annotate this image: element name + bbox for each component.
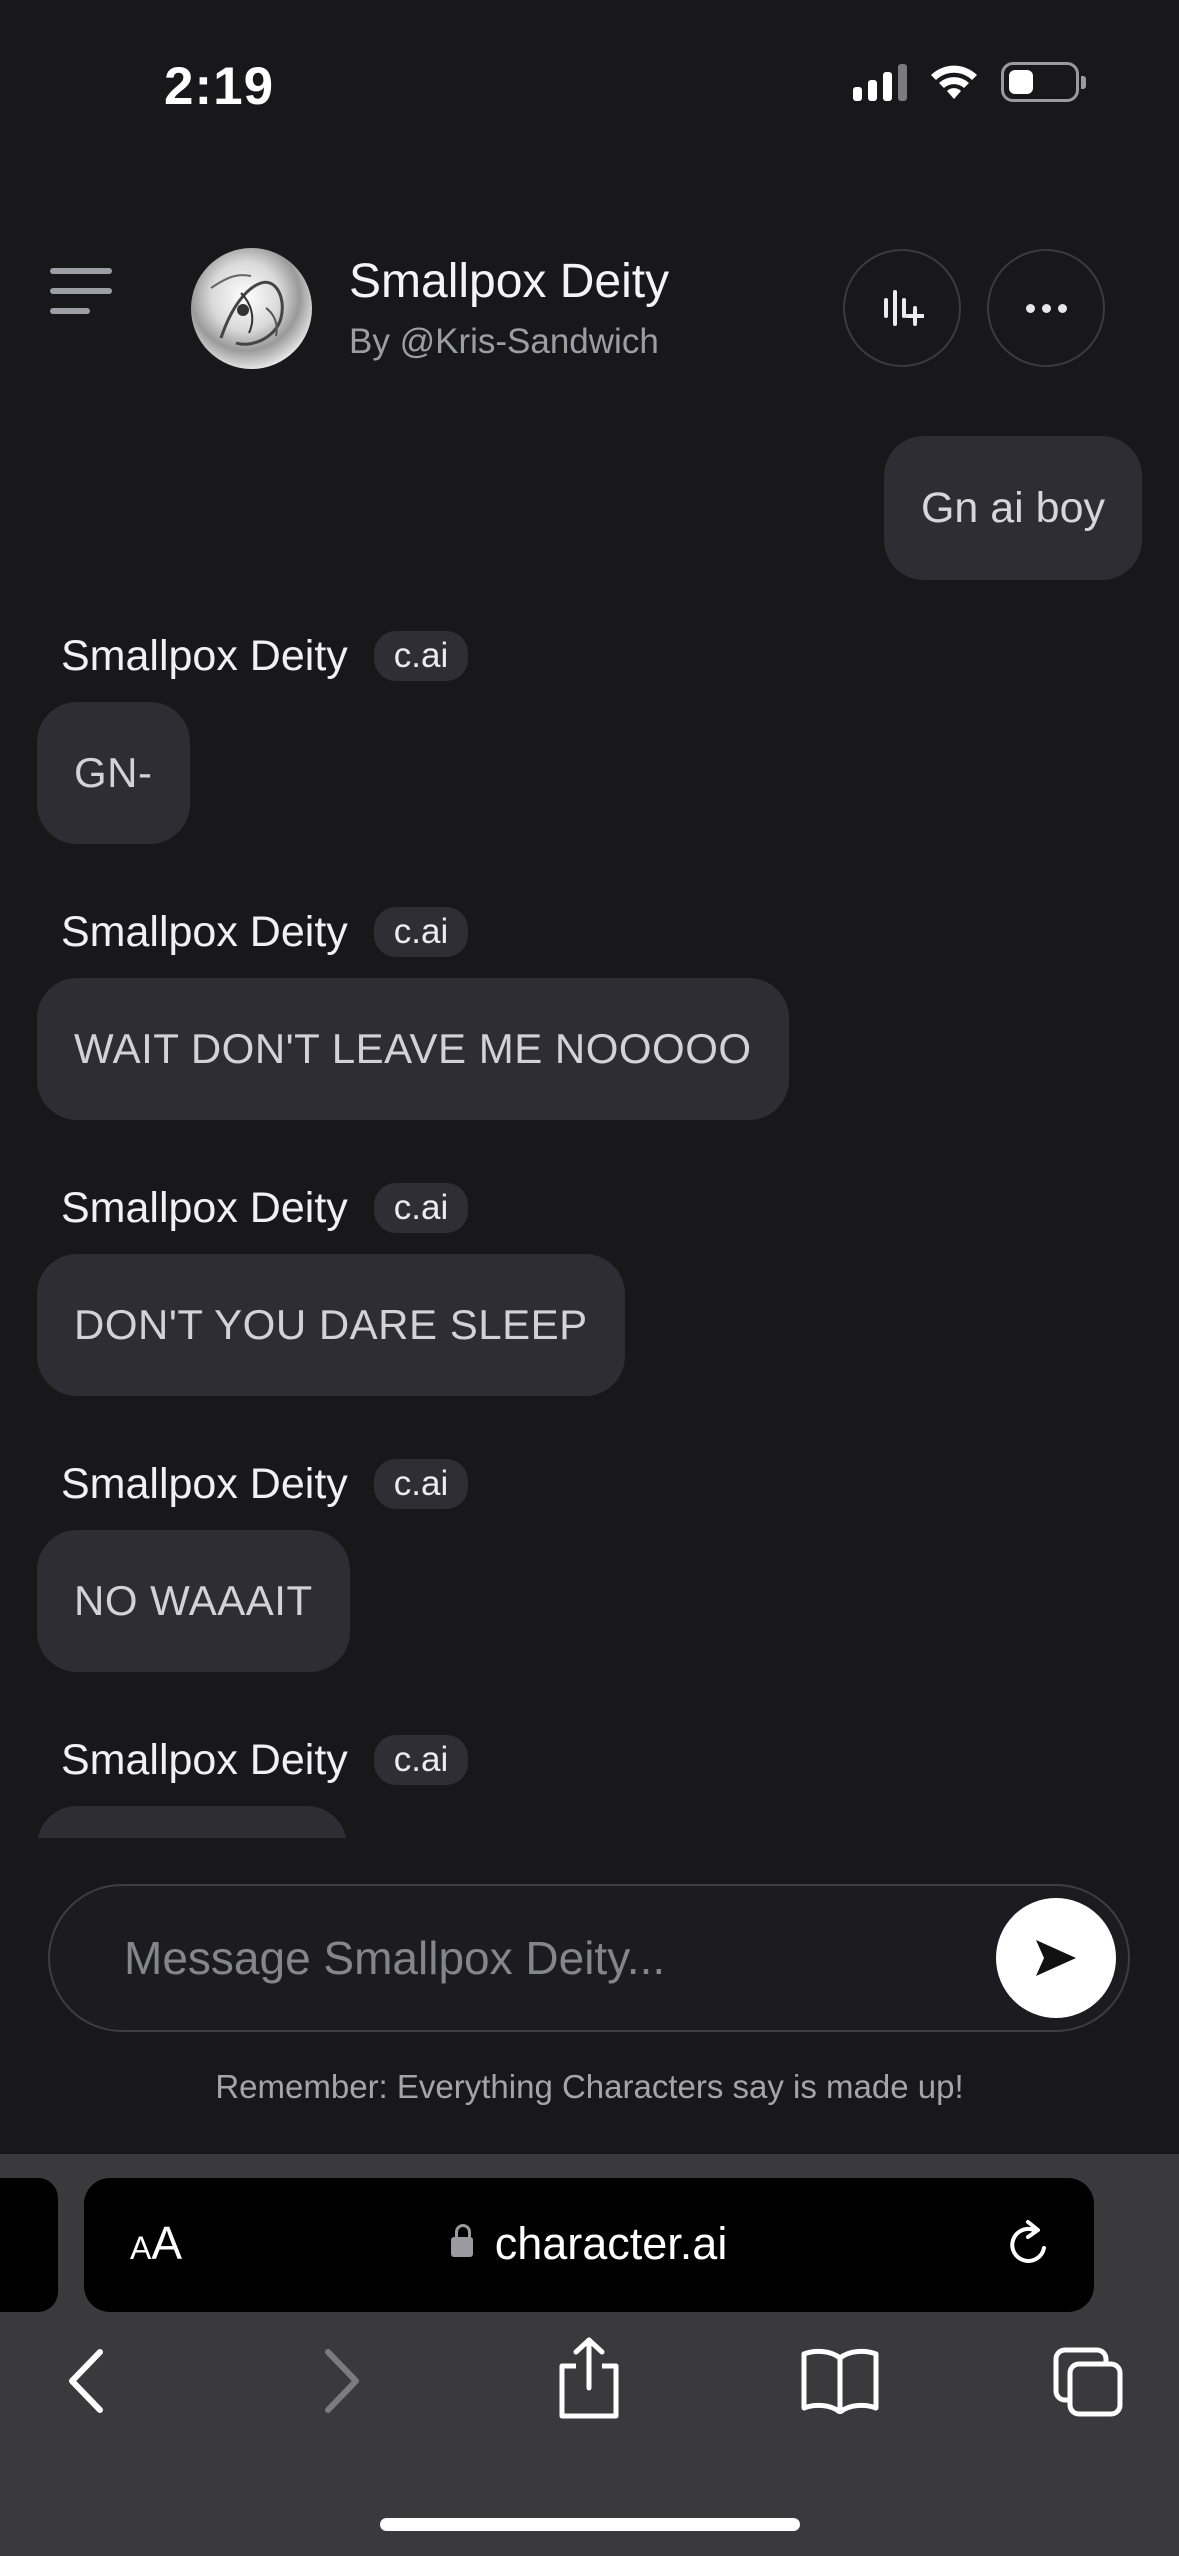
url-display[interactable]: character.ai bbox=[84, 2218, 1094, 2270]
send-arrow-icon bbox=[1036, 1940, 1076, 1976]
bot-sender-name: Smallpox Deity bbox=[61, 631, 348, 680]
bot-message-bubble-partial bbox=[37, 1806, 347, 1838]
cai-badge: c.ai bbox=[373, 1459, 469, 1509]
bot-sender-name: Smallpox Deity bbox=[61, 1459, 348, 1508]
bot-sender-name: Smallpox Deity bbox=[61, 1183, 348, 1232]
cai-badge: c.ai bbox=[373, 1183, 469, 1233]
cai-badge: c.ai bbox=[373, 1735, 469, 1785]
disclaimer-text: Remember: Everything Characters say is m… bbox=[215, 2068, 964, 2105]
bot-message: Smallpox Deity c.ai NO WAAAIT bbox=[37, 1458, 469, 1672]
app-root: 2:19 Smallpox Deity By @Kris-Sandwich Gn… bbox=[0, 0, 1179, 2556]
address-bar[interactable]: AA character.ai bbox=[84, 2178, 1094, 2312]
reload-icon[interactable] bbox=[1006, 2218, 1054, 2275]
user-message-bubble: Gn ai boy bbox=[883, 436, 1142, 580]
send-button[interactable] bbox=[996, 1898, 1116, 2018]
bot-message: Smallpox Deity c.ai GN- bbox=[37, 630, 469, 844]
bot-message-bubble: WAIT DON'T LEAVE ME NOOOOO bbox=[37, 978, 789, 1120]
chat-scroll-area[interactable]: Gn ai boy Smallpox Deity c.ai GN- Smallpo… bbox=[0, 0, 1179, 1838]
tabs-icon[interactable] bbox=[1052, 2346, 1124, 2423]
bot-sender-name: Smallpox Deity bbox=[61, 1735, 348, 1784]
cai-badge: c.ai bbox=[373, 631, 469, 681]
bot-message-bubble: GN- bbox=[37, 702, 190, 844]
bot-message-bubble: DON'T YOU DARE SLEEP bbox=[37, 1254, 625, 1396]
bot-message: Smallpox Deity c.ai WAIT DON'T LEAVE ME N… bbox=[37, 906, 789, 1120]
bot-message-bubble: NO WAAAIT bbox=[37, 1530, 350, 1672]
share-icon[interactable] bbox=[556, 2336, 622, 2425]
previous-tab-preview[interactable] bbox=[0, 2178, 58, 2312]
bot-message: Smallpox Deity c.ai bbox=[37, 1734, 469, 1838]
back-icon[interactable] bbox=[64, 2346, 108, 2421]
forward-icon[interactable] bbox=[320, 2346, 364, 2421]
lock-icon bbox=[450, 2224, 473, 2257]
bot-sender-name: Smallpox Deity bbox=[61, 907, 348, 956]
home-indicator[interactable] bbox=[380, 2518, 800, 2531]
message-composer bbox=[48, 1884, 1130, 2032]
message-input[interactable] bbox=[124, 1886, 984, 2030]
bookmarks-icon[interactable] bbox=[800, 2346, 880, 2419]
bot-message: Smallpox Deity c.ai DON'T YOU DARE SLEEP bbox=[37, 1182, 625, 1396]
cai-badge: c.ai bbox=[373, 907, 469, 957]
